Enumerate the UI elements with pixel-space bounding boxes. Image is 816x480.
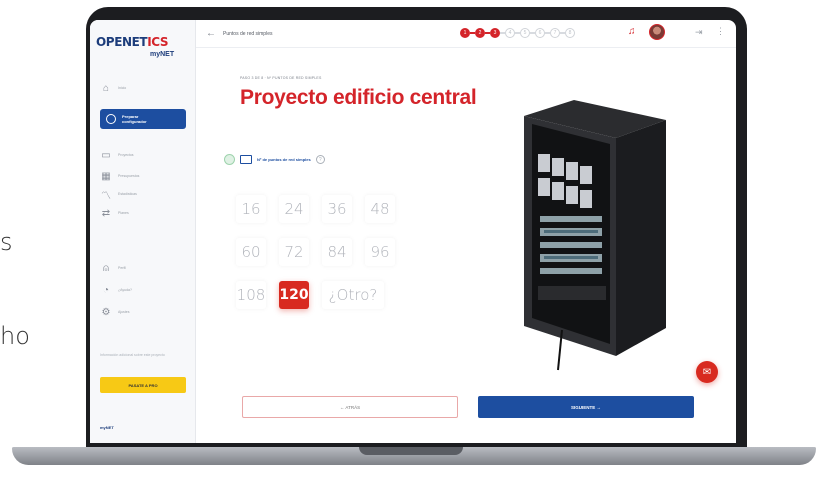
sidebar-item-projects[interactable]: ▭ Proyectos <box>100 148 133 162</box>
sidebar: OPENETICS myNET ⌂ Inicio Preparar configu… <box>90 20 196 443</box>
step-indicator: 4 <box>505 28 515 38</box>
step-indicator: 1 <box>460 28 470 38</box>
step-indicator: 2 <box>475 28 485 38</box>
sidebar-item-plans[interactable]: ⇄ Planes <box>100 206 129 220</box>
option-button[interactable]: 96 <box>365 238 395 266</box>
step-indicator: 5 <box>520 28 530 38</box>
app-screen: OPENETICS myNET ⌂ Inicio Preparar configu… <box>90 20 736 443</box>
logo[interactable]: OPENETICS <box>96 35 169 49</box>
chat-icon: ◔ <box>102 284 110 296</box>
page-title: Proyecto edificio central <box>240 86 477 109</box>
option-button[interactable]: 24 <box>279 195 309 223</box>
chart-icon: 〽 <box>101 190 111 202</box>
more-icon[interactable]: ⋮ <box>716 26 725 37</box>
chat-icon: ✉ <box>702 366 712 378</box>
monitor-icon <box>240 155 252 164</box>
help-icon[interactable]: ? <box>315 155 325 164</box>
background-text-fragment: ho <box>0 322 30 350</box>
option-button[interactable]: 36 <box>322 195 352 223</box>
logout-icon[interactable]: ⇥ <box>695 27 703 38</box>
topbar: ← Puntos de red simples 12345678 ♫ ⇥ ⋮ <box>196 20 736 48</box>
option-button[interactable]: 60 <box>236 238 266 266</box>
rack-cabinet-image <box>524 100 666 371</box>
sidebar-item-stats[interactable]: 〽 Estadísticas <box>100 187 137 202</box>
sidebar-item-profile[interactable]: ⍝ Perfil <box>100 261 126 275</box>
sidebar-footer-logo: myNET <box>100 425 114 430</box>
bell-icon[interactable]: ♫ <box>628 26 636 37</box>
back-button[interactable]: ← ATRÁS <box>242 396 458 418</box>
step-indicator: 7 <box>550 28 560 38</box>
page: s ho OPENETICS myNET ⌂ Inicio Preparar co… <box>0 0 816 480</box>
sidebar-item-budgets[interactable]: ▦ Presupuestos <box>100 169 139 183</box>
folder-icon: ▭ <box>101 149 111 161</box>
upgrade-button[interactable]: PASATE A PRO <box>100 377 186 393</box>
check-icon <box>224 154 235 165</box>
home-icon: ⌂ <box>102 82 110 94</box>
breadcrumb: PASO 3 DE 8 · Nº PUNTOS DE RED SIMPLES <box>240 76 322 80</box>
configurator-icon <box>106 114 116 124</box>
sidebar-item-home[interactable]: ⌂ Inicio <box>100 81 126 95</box>
option-button[interactable]: 72 <box>279 238 309 266</box>
option-button[interactable]: 48 <box>365 195 395 223</box>
option-button[interactable]: 120 <box>279 281 309 309</box>
background-text-fragment: s <box>0 228 13 256</box>
sidebar-item-settings[interactable]: ⚙ Ajustes <box>100 305 130 319</box>
question-row: Nº de puntos de red simples ? <box>224 154 325 165</box>
logo-sub: myNET <box>150 51 175 58</box>
next-button[interactable]: SIGUIENTE → <box>478 396 694 418</box>
calculator-icon: ▦ <box>101 170 111 182</box>
step-progress: 12345678 <box>460 28 575 38</box>
plans-icon: ⇄ <box>101 207 111 219</box>
sidebar-item-configurator[interactable]: Preparar configurador <box>100 109 186 129</box>
user-icon: ⍝ <box>103 262 109 274</box>
settings-icon: ⚙ <box>101 306 111 318</box>
sidebar-note: Información adicional sobre este proyect… <box>100 353 165 357</box>
step-indicator: 8 <box>565 28 575 38</box>
question-label: Nº de puntos de red simples <box>257 157 311 162</box>
option-button[interactable]: 108 <box>236 281 266 309</box>
step-indicator: 3 <box>490 28 500 38</box>
option-button[interactable]: 16 <box>236 195 266 223</box>
topbar-title: Puntos de red simples <box>223 31 273 37</box>
step-indicator: 6 <box>535 28 545 38</box>
option-button[interactable]: 84 <box>322 238 352 266</box>
back-arrow-icon[interactable]: ← <box>206 28 216 39</box>
chat-fab-button[interactable]: ✉ <box>696 361 718 383</box>
option-button[interactable]: ¿Otro? <box>322 281 384 309</box>
laptop-notch <box>359 447 463 455</box>
sidebar-item-help[interactable]: ◔ ¿Ayuda? <box>100 283 132 297</box>
avatar[interactable] <box>649 24 665 40</box>
